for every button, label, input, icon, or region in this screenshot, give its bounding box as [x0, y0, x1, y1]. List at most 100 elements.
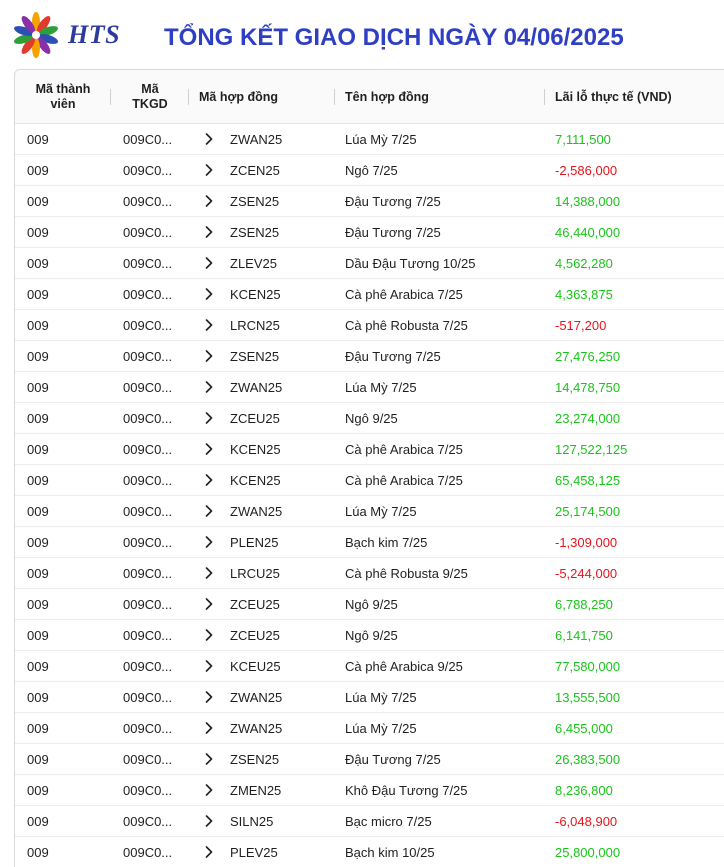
chevron-right-icon[interactable] [202, 310, 216, 340]
contract-name-cell: Ngô 9/25 [345, 410, 398, 426]
account-code-cell: 009C0... [123, 410, 173, 426]
table-row[interactable]: 009 009C0... ZWAN25 Lúa Mỳ 7/25 6,455,000 [15, 713, 724, 744]
contract-code-cell: ZCEN25 [230, 162, 280, 178]
table-row[interactable]: 009 009C0... ZWAN25 Lúa Mỳ 7/25 14,478,750 [15, 372, 724, 403]
member-cell: 009 [27, 689, 49, 705]
table-row[interactable]: 009 009C0... ZSEN25 Đậu Tương 7/25 14,388,00… [15, 186, 724, 217]
table-row[interactable]: 009 009C0... ZCEN25 Ngô 7/25 -2,586,000 [15, 155, 724, 186]
account-code-cell: 009C0... [123, 472, 173, 488]
hts-logo-text: HTS [68, 20, 121, 49]
realized-pnl-cell: 77,580,000 [555, 658, 621, 674]
contract-name-cell: Lúa Mỳ 7/25 [345, 379, 417, 395]
table-row[interactable]: 009 009C0... ZSEN25 Đậu Tương 7/25 27,476,25… [15, 341, 724, 372]
account-code-cell: 009C0... [123, 813, 173, 829]
contract-name-cell: Lúa Mỳ 7/25 [345, 720, 417, 736]
table-row[interactable]: 009 009C0... LRCU25 Cà phê Robusta 9/25 -5,2… [15, 558, 724, 589]
table-row[interactable]: 009 009C0... PLEV25 Bạch kim 10/25 25,800,00… [15, 837, 724, 867]
chevron-right-icon[interactable] [202, 651, 216, 681]
member-cell: 009 [27, 441, 49, 457]
contract-name-cell: Ngô 7/25 [345, 162, 398, 178]
account-code-cell: 009C0... [123, 131, 173, 147]
column-header-contract-name[interactable]: Tên hợp đồng [335, 70, 545, 123]
column-header-realized-pnl[interactable]: Lãi lỗ thực tế (VND) [545, 70, 724, 123]
table-row[interactable]: 009 009C0... KCEN25 Cà phê Arabica 7/25 65,4… [15, 465, 724, 496]
table-row[interactable]: 009 009C0... ZLEV25 Dầu Đậu Tương 10/25 4,56… [15, 248, 724, 279]
chevron-right-icon[interactable] [202, 403, 216, 433]
chevron-right-icon[interactable] [202, 341, 216, 371]
contract-name-cell: Đậu Tương 7/25 [345, 348, 441, 364]
table-body: 009 009C0... ZWAN25 Lúa Mỳ 7/25 7,111,500 009… [15, 124, 724, 867]
table-row[interactable]: 009 009C0... ZMEN25 Khô Đậu Tương 7/25 8,236… [15, 775, 724, 806]
contract-name-cell: Cà phê Robusta 7/25 [345, 317, 468, 333]
chevron-right-icon[interactable] [202, 496, 216, 526]
chevron-right-icon[interactable] [202, 248, 216, 278]
account-code-cell: 009C0... [123, 596, 173, 612]
account-code-cell: 009C0... [123, 534, 173, 550]
chevron-right-icon[interactable] [202, 744, 216, 774]
table-row[interactable]: 009 009C0... ZWAN25 Lúa Mỳ 7/25 7,111,500 [15, 124, 724, 155]
table-row[interactable]: 009 009C0... ZCEU25 Ngô 9/25 23,274,000 [15, 403, 724, 434]
realized-pnl-cell: 4,562,280 [555, 255, 613, 271]
chevron-right-icon[interactable] [202, 527, 216, 557]
chevron-right-icon[interactable] [202, 434, 216, 464]
table-row[interactable]: 009 009C0... KCEU25 Cà phê Arabica 9/25 77,5… [15, 651, 724, 682]
member-cell: 009 [27, 348, 49, 364]
chevron-right-icon[interactable] [202, 682, 216, 712]
contract-code-cell: ZCEU25 [230, 410, 280, 426]
chevron-right-icon[interactable] [202, 124, 216, 154]
realized-pnl-cell: 26,383,500 [555, 751, 621, 767]
table-row[interactable]: 009 009C0... ZSEN25 Đậu Tương 7/25 26,383,50… [15, 744, 724, 775]
table-row[interactable]: 009 009C0... PLEN25 Bạch kim 7/25 -1,309,000 [15, 527, 724, 558]
table-row[interactable]: 009 009C0... KCEN25 Cà phê Arabica 7/25 127,… [15, 434, 724, 465]
table-row[interactable]: 009 009C0... ZWAN25 Lúa Mỳ 7/25 25,174,500 [15, 496, 724, 527]
table-row[interactable]: 009 009C0... LRCN25 Cà phê Robusta 7/25 -517… [15, 310, 724, 341]
member-cell: 009 [27, 596, 49, 612]
chevron-right-icon[interactable] [202, 837, 216, 867]
column-header-member-code[interactable]: Mã thành viên [15, 70, 111, 123]
chevron-right-icon[interactable] [202, 558, 216, 588]
table-row[interactable]: 009 009C0... ZCEU25 Ngô 9/25 6,788,250 [15, 589, 724, 620]
chevron-right-icon[interactable] [202, 806, 216, 836]
chevron-right-icon[interactable] [202, 465, 216, 495]
contract-code-cell: KCEN25 [230, 472, 281, 488]
chevron-right-icon[interactable] [202, 155, 216, 185]
table-row[interactable]: 009 009C0... ZCEU25 Ngô 9/25 6,141,750 [15, 620, 724, 651]
member-cell: 009 [27, 658, 49, 674]
table-row[interactable]: 009 009C0... SILN25 Bạc micro 7/25 -6,048,90… [15, 806, 724, 837]
account-code-cell: 009C0... [123, 379, 173, 395]
account-code-cell: 009C0... [123, 441, 173, 457]
contract-code-cell: LRCN25 [230, 317, 280, 333]
page-title: TỔNG KẾT GIAO DỊCH NGÀY 04/06/2025 [164, 24, 624, 51]
chevron-right-icon[interactable] [202, 589, 216, 619]
contract-code-cell: KCEN25 [230, 286, 281, 302]
account-code-cell: 009C0... [123, 255, 173, 271]
chevron-right-icon[interactable] [202, 217, 216, 247]
column-header-account-code[interactable]: Mã TKGD [111, 70, 189, 123]
table-row[interactable]: 009 009C0... ZSEN25 Đậu Tương 7/25 46,440,00… [15, 217, 724, 248]
contract-code-cell: ZSEN25 [230, 348, 280, 364]
column-header-label: Lãi lỗ thực tế (VND) [555, 89, 672, 104]
realized-pnl-cell: 23,274,000 [555, 410, 621, 426]
column-header-contract-code[interactable]: Mã hợp đồng [189, 70, 335, 123]
contract-name-cell: Ngô 9/25 [345, 627, 398, 643]
member-cell: 009 [27, 472, 49, 488]
chevron-right-icon[interactable] [202, 713, 216, 743]
chevron-right-icon[interactable] [202, 372, 216, 402]
chevron-right-icon[interactable] [202, 620, 216, 650]
contract-code-cell: ZCEU25 [230, 596, 280, 612]
member-cell: 009 [27, 751, 49, 767]
table-row[interactable]: 009 009C0... ZWAN25 Lúa Mỳ 7/25 13,555,500 [15, 682, 724, 713]
account-code-cell: 009C0... [123, 317, 173, 333]
realized-pnl-cell: 65,458,125 [555, 472, 621, 488]
chevron-right-icon[interactable] [202, 279, 216, 309]
contract-code-cell: ZSEN25 [230, 193, 280, 209]
member-cell: 009 [27, 286, 49, 302]
chevron-right-icon[interactable] [202, 775, 216, 805]
member-cell: 009 [27, 720, 49, 736]
member-cell: 009 [27, 534, 49, 550]
table-row[interactable]: 009 009C0... KCEN25 Cà phê Arabica 7/25 4,36… [15, 279, 724, 310]
column-header-label: Mã thành viên [35, 81, 91, 111]
member-cell: 009 [27, 224, 49, 240]
chevron-right-icon[interactable] [202, 186, 216, 216]
contract-name-cell: Cà phê Arabica 7/25 [345, 286, 463, 302]
